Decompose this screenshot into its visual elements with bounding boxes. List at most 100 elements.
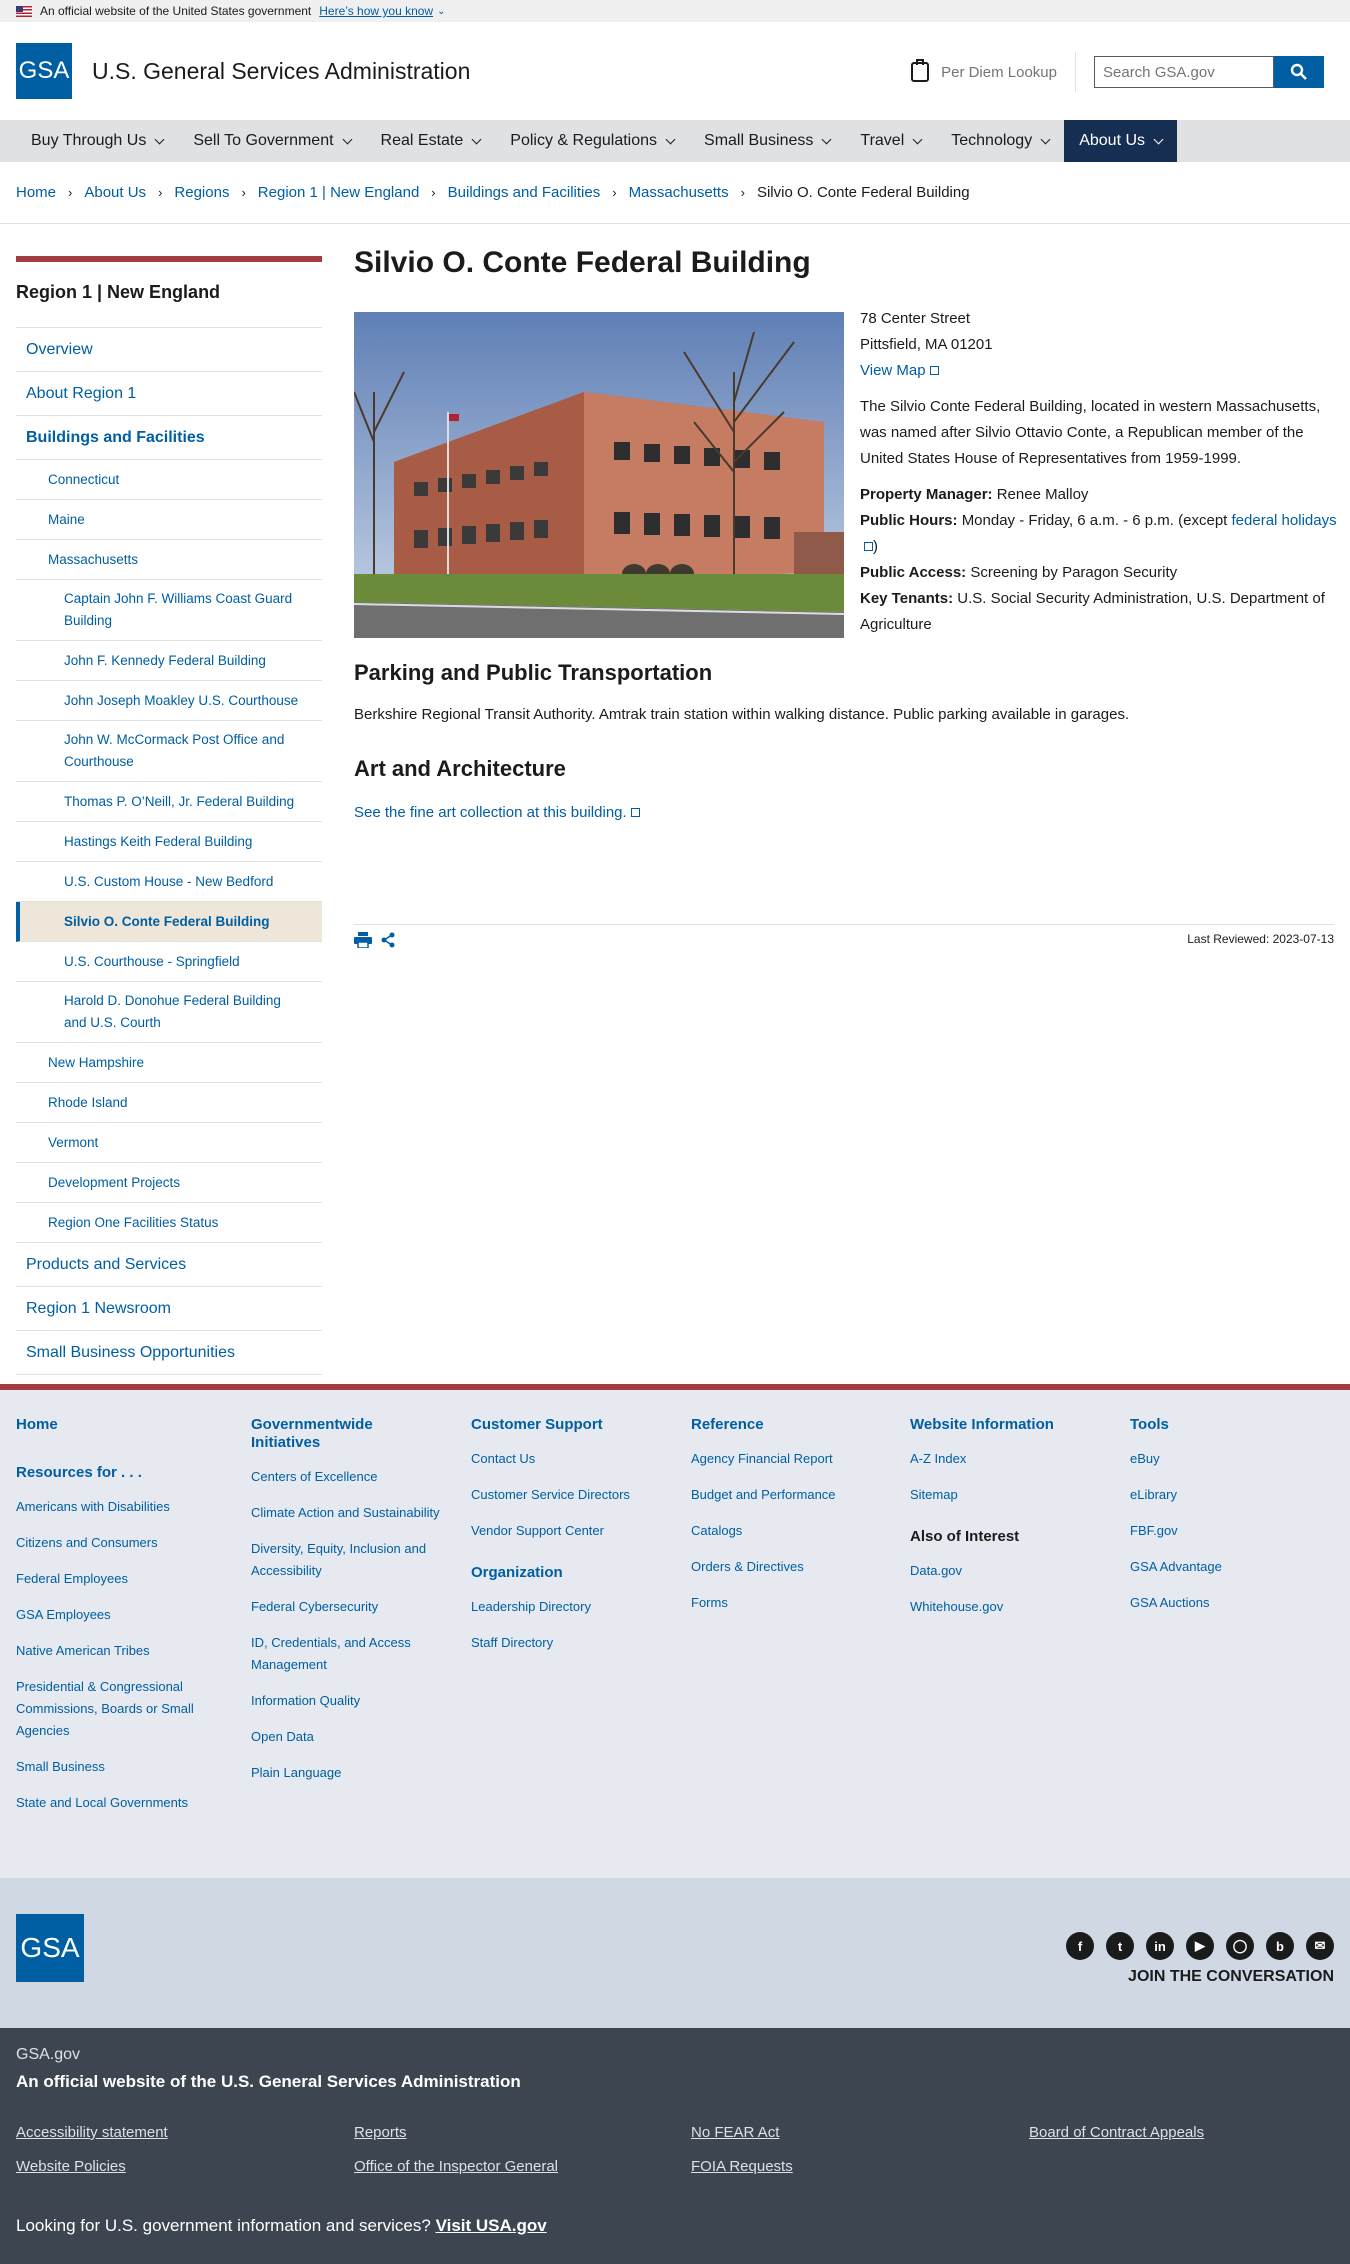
search-button[interactable] [1274,56,1324,88]
chevron-down-icon[interactable]: ⌄ [437,6,445,17]
footer-link[interactable]: Budget and Performance [691,1484,881,1506]
nav-policy-regulations[interactable]: Policy & Regulations [495,120,689,162]
sidenav-item-buildings[interactable]: Buildings and Facilities [16,416,322,460]
sidenav-item-massachusetts[interactable]: Massachusetts [16,540,322,580]
footer-link[interactable]: Whitehouse.gov [910,1596,1100,1618]
footer-link[interactable]: Leadership Directory [471,1596,661,1618]
per-diem-lookup-link[interactable]: Per Diem Lookup [911,52,1076,92]
sidenav-building-link[interactable]: U.S. Custom House - New Bedford [16,862,322,902]
nav-about-us[interactable]: About Us [1064,120,1178,162]
breadcrumb-buildings[interactable]: Buildings and Facilities [448,184,601,201]
print-icon[interactable] [354,932,372,948]
sidenav-item-products-services[interactable]: Products and Services [16,1243,322,1287]
nav-travel[interactable]: Travel [845,120,936,162]
footer-link[interactable]: Climate Action and Sustainability [251,1502,441,1524]
footer-link[interactable]: State and Local Governments [16,1792,216,1814]
blog-icon[interactable]: b [1266,1932,1294,1960]
footer-link[interactable]: Contact Us [471,1448,661,1470]
sidenav-building-link[interactable]: John F. Kennedy Federal Building [16,641,322,681]
facebook-icon[interactable]: f [1066,1932,1094,1960]
sidenav-item-overview[interactable]: Overview [16,328,322,372]
breadcrumb-about-us[interactable]: About Us [84,184,146,201]
breadcrumb-region-1[interactable]: Region 1 | New England [258,184,420,201]
breadcrumb-home[interactable]: Home [16,184,56,201]
footer-link[interactable]: A-Z Index [910,1448,1100,1470]
view-map-link[interactable]: View Map [860,362,926,379]
footer-link[interactable]: Small Business [16,1756,216,1778]
footer-link[interactable]: Plain Language [251,1762,441,1784]
nav-technology[interactable]: Technology [936,120,1064,162]
footer-link[interactable]: GSA Auctions [1130,1592,1320,1614]
footer-link[interactable]: Citizens and Consumers [16,1532,216,1554]
nav-real-estate[interactable]: Real Estate [366,120,496,162]
identifier-link[interactable]: Reports [354,2124,407,2141]
footer-link[interactable]: Diversity, Equity, Inclusion and Accessi… [251,1538,441,1582]
footer-link[interactable]: Vendor Support Center [471,1520,661,1542]
identifier-link[interactable]: Board of Contract Appeals [1029,2124,1204,2141]
footer-link[interactable]: GSA Employees [16,1604,216,1626]
fine-art-link[interactable]: See the fine art collection at this buil… [354,804,627,821]
search-input[interactable] [1094,56,1274,88]
footer-link[interactable]: Orders & Directives [691,1556,881,1578]
how-you-know-link[interactable]: Here’s how you know [319,4,433,18]
footer-link[interactable]: Sitemap [910,1484,1100,1506]
footer-link[interactable]: Open Data [251,1726,441,1748]
sidenav-item-maine[interactable]: Maine [16,500,322,540]
sidenav-item-small-business-opps[interactable]: Small Business Opportunities [16,1331,322,1375]
sidenav-building-current[interactable]: Silvio O. Conte Federal Building [16,902,322,942]
usa-gov-link[interactable]: Visit USA.gov [436,2216,547,2235]
footer-link[interactable]: Federal Cybersecurity [251,1596,441,1618]
sidenav-item-vermont[interactable]: Vermont [16,1123,322,1163]
footer-gsa-logo[interactable]: GSA [16,1914,84,1982]
breadcrumb-massachusetts[interactable]: Massachusetts [629,184,729,201]
identifier-link[interactable]: Website Policies [16,2158,126,2175]
footer-link[interactable]: Staff Directory [471,1632,661,1654]
identifier-link[interactable]: Office of the Inspector General [354,2158,558,2175]
footer-link[interactable]: Information Quality [251,1690,441,1712]
footer-link[interactable]: ID, Credentials, and Access Management [251,1632,441,1676]
footer-link[interactable]: Forms [691,1592,881,1614]
agency-name[interactable]: U.S. General Services Administration [92,58,470,85]
identifier-link[interactable]: FOIA Requests [691,2158,793,2175]
footer-link[interactable]: Centers of Excellence [251,1466,441,1488]
footer-link[interactable]: eLibrary [1130,1484,1320,1506]
footer-link[interactable]: Agency Financial Report [691,1448,881,1470]
sidenav-building-link[interactable]: Captain John F. Williams Coast Guard Bui… [16,580,322,641]
footer-link[interactable]: Americans with Disabilities [16,1496,216,1518]
share-icon[interactable] [380,932,396,948]
nav-sell-to-government[interactable]: Sell To Government [178,120,365,162]
gsa-logo[interactable]: GSA [16,43,72,99]
youtube-icon[interactable]: ▶ [1186,1932,1214,1960]
footer-link[interactable]: Native American Tribes [16,1640,216,1662]
footer-link[interactable]: Catalogs [691,1520,881,1542]
footer-home-link[interactable]: Home [16,1416,216,1434]
footer-link[interactable]: GSA Advantage [1130,1556,1320,1578]
sidenav-building-link[interactable]: Hastings Keith Federal Building [16,822,322,862]
sidenav-building-link[interactable]: John Joseph Moakley U.S. Courthouse [16,681,322,721]
sidenav-item-about-region-1[interactable]: About Region 1 [16,372,322,416]
footer-link[interactable]: Data.gov [910,1560,1100,1582]
footer-link[interactable]: FBF.gov [1130,1520,1320,1542]
identifier-link[interactable]: Accessibility statement [16,2124,168,2141]
breadcrumb-regions[interactable]: Regions [174,184,229,201]
sidenav-building-link[interactable]: U.S. Courthouse - Springfield [16,942,322,982]
sidenav-building-link[interactable]: John W. McCormack Post Office and Courth… [16,721,322,782]
sidenav-item-rhode-island[interactable]: Rhode Island [16,1083,322,1123]
sidenav-item-development-projects[interactable]: Development Projects [16,1163,322,1203]
instagram-icon[interactable]: ◯ [1226,1932,1254,1960]
footer-link[interactable]: Federal Employees [16,1568,216,1590]
email-icon[interactable]: ✉ [1306,1932,1334,1960]
nav-buy-through-us[interactable]: Buy Through Us [16,120,178,162]
sidenav-building-link[interactable]: Harold D. Donohue Federal Building and U… [16,982,322,1043]
sidenav-building-link[interactable]: Thomas P. O’Neill, Jr. Federal Building [16,782,322,822]
linkedin-icon[interactable]: in [1146,1932,1174,1960]
identifier-link[interactable]: No FEAR Act [691,2124,779,2141]
footer-link[interactable]: eBuy [1130,1448,1320,1470]
sidenav-item-new-hampshire[interactable]: New Hampshire [16,1043,322,1083]
twitter-icon[interactable]: t [1106,1932,1134,1960]
federal-holidays-link[interactable]: federal holidays [1232,512,1337,529]
sidenav-item-newsroom[interactable]: Region 1 Newsroom [16,1287,322,1331]
sidenav-item-facilities-status[interactable]: Region One Facilities Status [16,1203,322,1243]
footer-link[interactable]: Customer Service Directors [471,1484,661,1506]
footer-link[interactable]: Presidential & Congressional Commissions… [16,1676,216,1742]
